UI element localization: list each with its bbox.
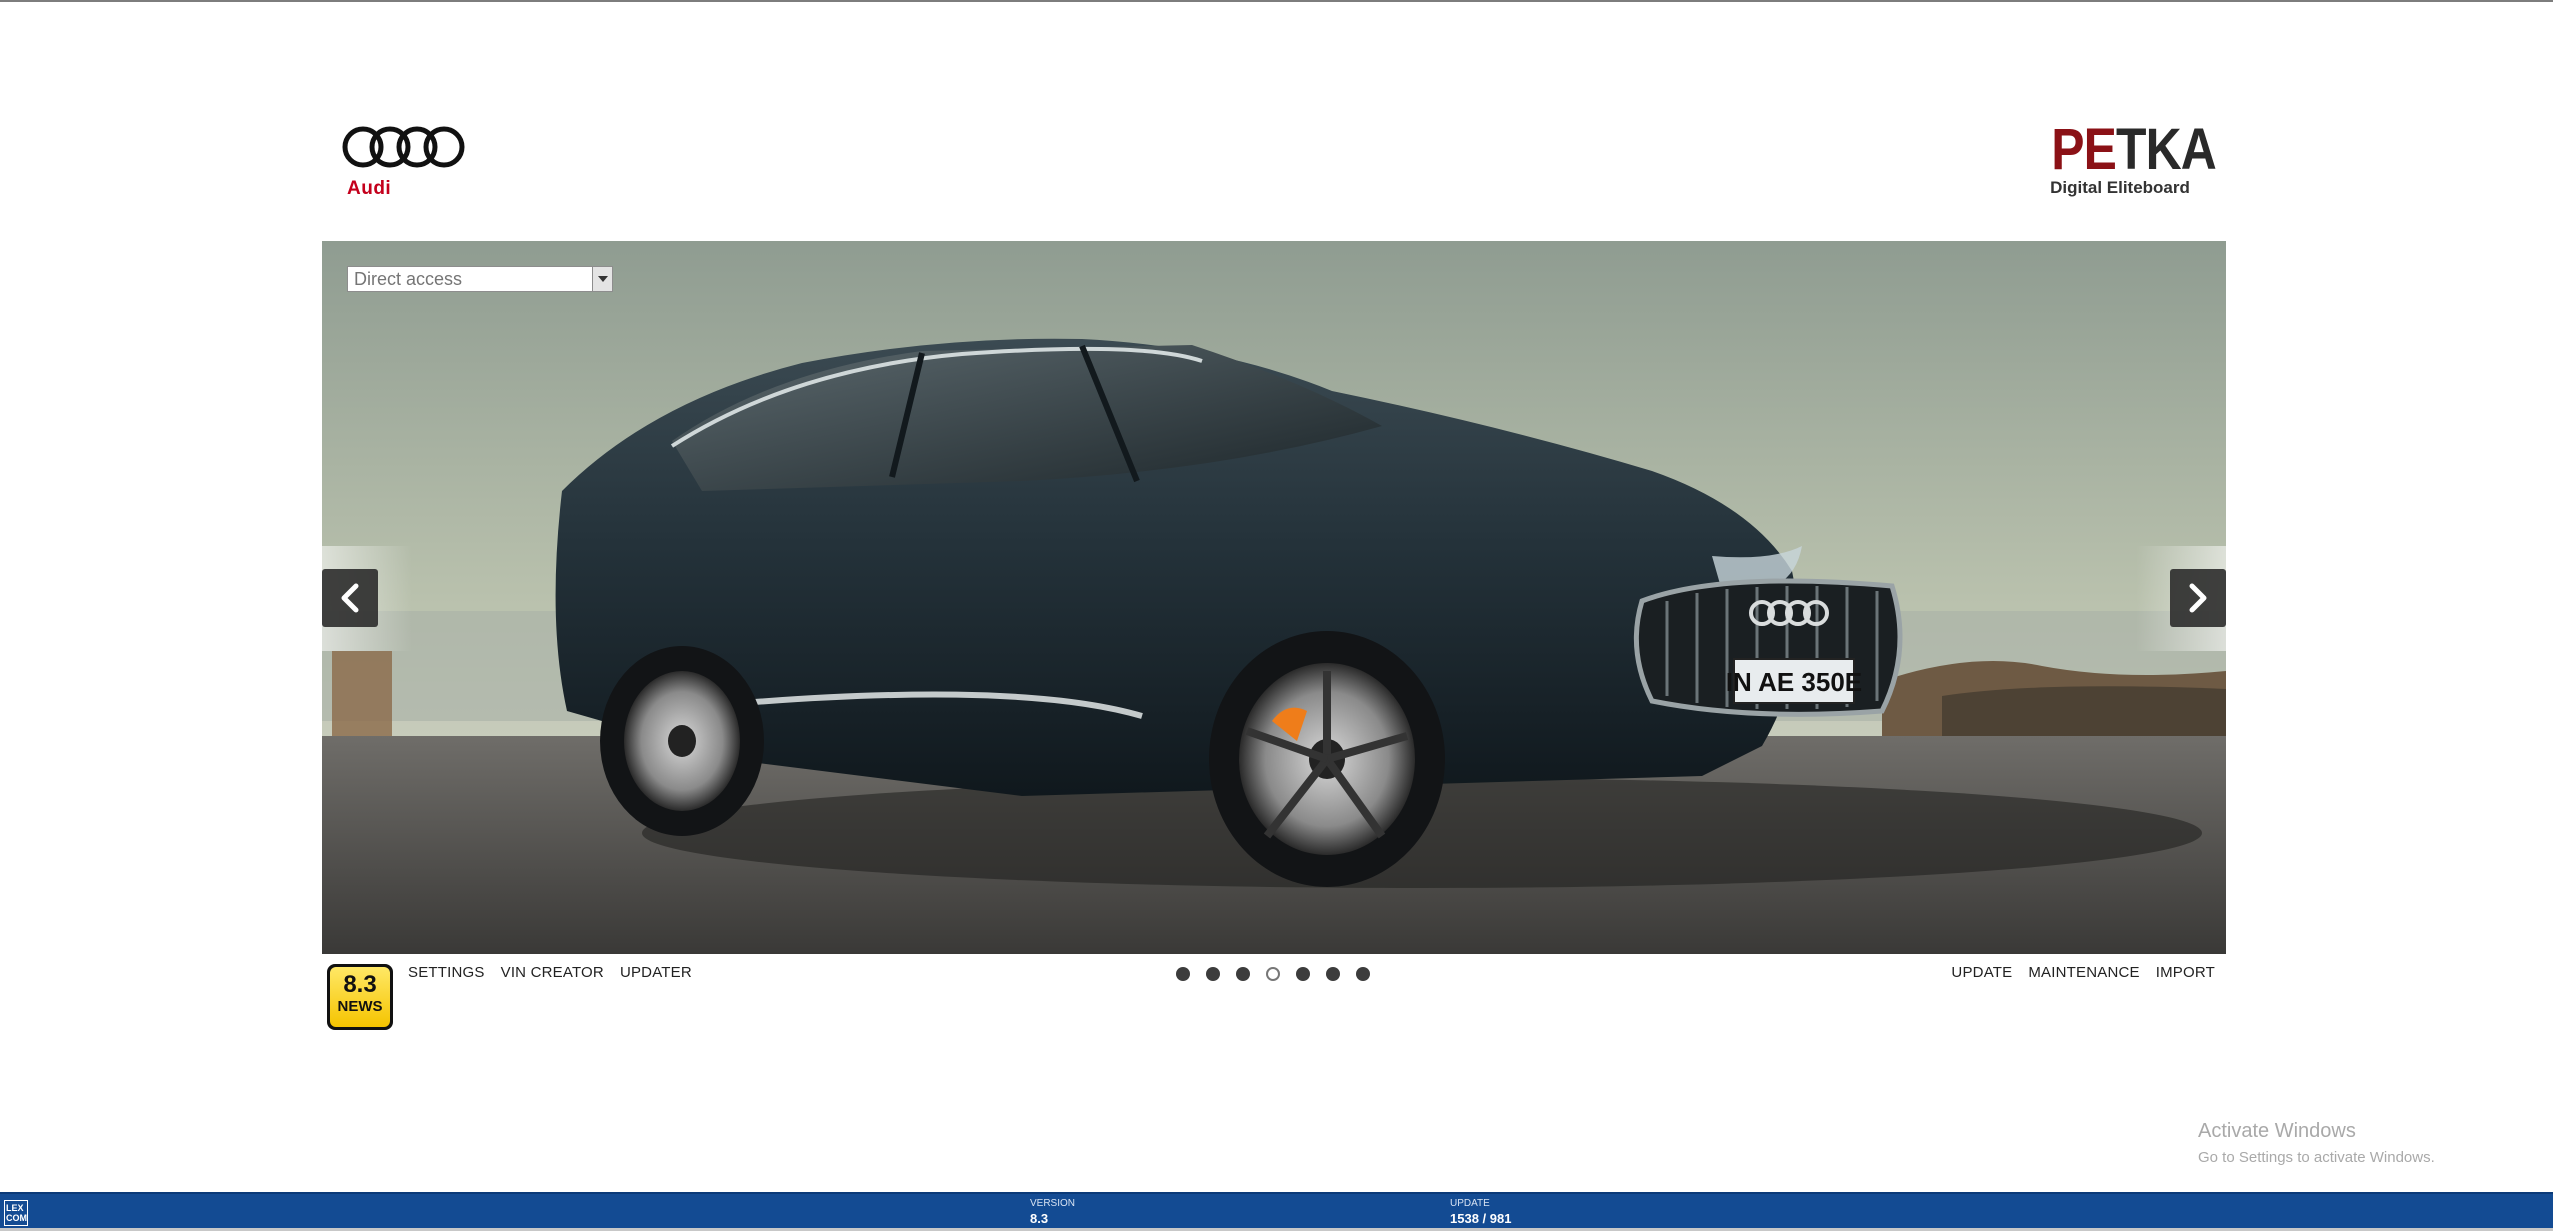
news-label: NEWS (337, 998, 383, 1015)
window-top-border (0, 0, 2553, 2)
watermark-title: Activate Windows (2198, 1120, 2356, 1142)
petka-logo: PETKA Digital Eliteboard (2040, 117, 2217, 200)
update-field: UPDATE 1538 / 981 (1450, 1198, 1511, 1226)
hero-carousel: IN AE 350E (322, 241, 2226, 954)
carousel-indicators (1176, 967, 1370, 981)
chevron-left-icon (341, 583, 359, 613)
carousel-dot-3[interactable] (1236, 967, 1250, 981)
license-plate: IN AE 350E (1726, 667, 1862, 697)
watermark-subtitle: Go to Settings to activate Windows. (2198, 1149, 2435, 1166)
chevron-down-icon (597, 276, 608, 282)
petka-title-accent: PE (2051, 117, 2117, 182)
audi-logo: Audi (342, 124, 466, 200)
import-link[interactable]: IMPORT (2156, 964, 2215, 981)
car-slide-image: IN AE 350E (322, 241, 2226, 954)
status-bar: LEX COM VERSION 8.3 UPDATE 1538 / 981 (0, 1192, 2553, 1230)
news-version: 8.3 (343, 971, 377, 998)
carousel-dot-5[interactable] (1296, 967, 1310, 981)
update-label: UPDATE (1450, 1198, 1490, 1209)
version-label: VERSION (1030, 1198, 1076, 1209)
activate-windows-watermark: Activate Windows Go to Settings to activ… (2198, 1120, 2435, 1166)
carousel-prev-button[interactable] (322, 569, 378, 627)
version-value: 8.3 (1030, 1211, 1049, 1226)
right-links: UPDATE MAINTENANCE IMPORT (1951, 964, 2215, 981)
news-badge-face: 8.3 NEWS (330, 967, 390, 1027)
carousel-dot-6[interactable] (1326, 967, 1340, 981)
updater-link[interactable]: UPDATER (620, 964, 692, 981)
settings-link[interactable]: SETTINGS (408, 964, 485, 981)
update-value: 1538 / 981 (1450, 1211, 1512, 1226)
direct-access-combobox[interactable] (347, 266, 613, 292)
maintenance-link[interactable]: MAINTENANCE (2028, 964, 2139, 981)
audi-rings-icon (342, 126, 465, 168)
carousel-dot-7[interactable] (1356, 967, 1370, 981)
vin-creator-link[interactable]: VIN CREATOR (501, 964, 604, 981)
direct-access-dropdown-button[interactable] (592, 267, 612, 291)
petka-title-rest: TKA (2116, 117, 2217, 182)
update-link[interactable]: UPDATE (1951, 964, 2012, 981)
petka-title: PETKA (2051, 117, 2217, 182)
audi-wordmark: Audi (347, 178, 392, 199)
chevron-right-icon (2189, 583, 2207, 613)
news-badge-button[interactable]: 8.3 NEWS (327, 964, 393, 1030)
carousel-dot-4[interactable] (1266, 967, 1280, 981)
version-field: VERSION 8.3 (1030, 1198, 1075, 1226)
direct-access-input[interactable] (348, 267, 592, 291)
left-links: SETTINGS VIN CREATOR UPDATER (408, 964, 692, 981)
carousel-next-button[interactable] (2170, 569, 2226, 627)
lexcom-logo: LEX COM (4, 1200, 28, 1226)
carousel-dot-1[interactable] (1176, 967, 1190, 981)
carousel-dot-2[interactable] (1206, 967, 1220, 981)
